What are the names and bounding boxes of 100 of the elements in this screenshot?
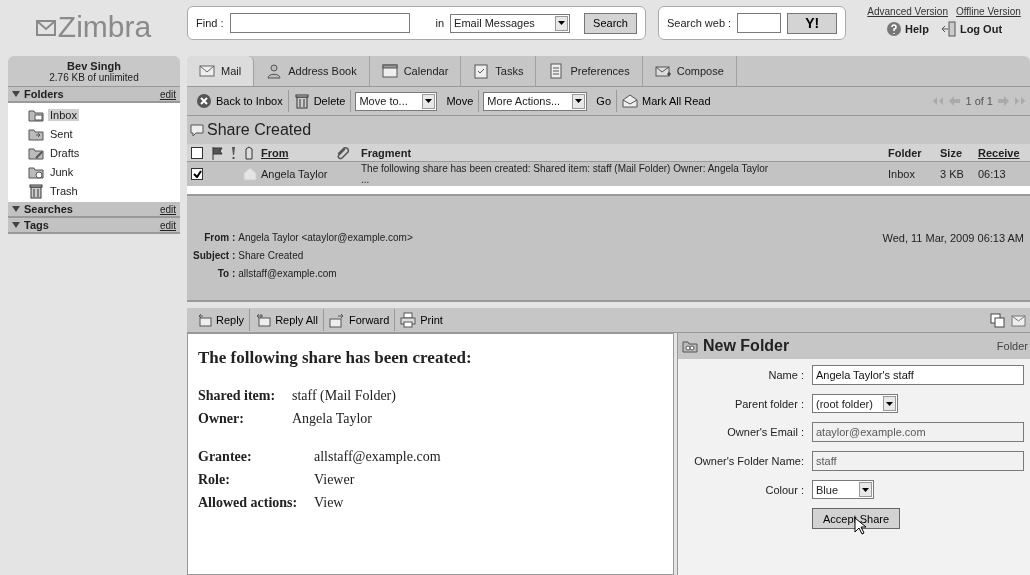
folder-item[interactable]: Sent [48,127,75,140]
find-field[interactable] [229,13,410,33]
calendar-icon [381,63,398,79]
envelope-icon [1011,312,1026,328]
form-select[interactable]: Blue [812,480,874,499]
close-circle-icon [196,93,212,109]
share-field-label: Allowed actions: [198,495,299,511]
window-layout-icon [990,312,1005,328]
move-button[interactable]: Move [441,90,480,112]
next-arrow-icon [997,95,1010,107]
more-actions-select[interactable]: More Actions... [483,91,588,111]
speech-bubble-icon [189,122,205,138]
form-label: Name : [767,369,804,381]
section-header[interactable]: Folders edit [8,87,180,103]
dropdown-caret-icon[interactable] [555,15,569,31]
folder-item[interactable]: Trash [48,184,80,197]
reply-button[interactable]: Reply [191,309,251,331]
search-web-label: Search web : [666,17,732,29]
envelope-logo-icon [35,17,56,37]
size-column-header: Size [940,146,963,159]
go-button[interactable]: Go [591,90,618,112]
log-out-link[interactable]: Log Out [940,21,1003,37]
page-count: 1 of 1 [965,95,993,107]
subject-label: Subject : [193,250,236,261]
accept-share-button[interactable]: Accept Share [812,508,901,529]
fragment-text: The following share has been created: Shared item: staff (Mail Folder) Owner: Angela Taylor [361,163,770,174]
share-field-value: staff (Mail Folder) [292,388,397,404]
size-cell-text: 3 KB [940,168,965,180]
app-tab[interactable]: Address Book [254,56,370,86]
sender-cell-text: Angela Taylor [261,168,329,180]
dropdown-caret-icon[interactable] [572,93,586,109]
section-header[interactable]: Tags edit [8,218,180,234]
delete-button[interactable]: Delete [288,90,352,112]
form-field[interactable]: Angela Taylor's staff [812,365,1024,385]
down-triangle-icon[interactable] [12,90,20,98]
app-tab[interactable]: Preferences [536,56,643,86]
section-title: Folders [24,88,64,100]
received-column-header[interactable]: Receive [978,146,1030,159]
message-heading: The following share has been created: [198,348,473,368]
reply-icon [196,312,212,328]
subject-value: Share Created [238,250,305,261]
form-label: Parent folder : [733,397,804,410]
form-label: Colour : [764,483,804,496]
fragment-ellipsis: ... [361,174,371,185]
folder-item[interactable]: Junk [48,165,76,178]
print-button[interactable]: Print [395,309,448,331]
folder-item[interactable]: Drafts [48,146,82,159]
form-select[interactable]: (root folder) [812,394,898,413]
share-field-value: Angela Taylor [292,411,373,427]
back-to-inbox-button[interactable]: Back to Inbox [191,90,289,112]
message-row[interactable]: Angela Taylor The following share has been created: Shared item: staff (Mail Folder) Owner: Angela Taylor ... Inbox 3 KB 06:13 [187,162,1030,186]
web-search-field[interactable] [737,13,782,33]
last-page-arrows-icon [1014,95,1026,107]
first-page-arrows-icon [932,95,945,107]
app-tab[interactable]: Mail [187,56,255,86]
edit-link[interactable]: edit [159,203,176,215]
share-field-label: Role: [198,472,231,488]
select-all-checkbox[interactable] [191,146,203,159]
form-label: Owner's Folder Name: [693,455,804,467]
share-field-label: Owner: [198,411,245,427]
move-to-select[interactable]: Move to... [355,91,438,111]
find-label: Find : [196,17,224,29]
app-tab[interactable]: Calendar [369,56,462,86]
folder-item[interactable]: Inbox [48,108,79,121]
section-title: Tags [24,219,49,231]
dropdown-caret-icon[interactable] [883,396,896,411]
dropdown-caret-icon[interactable] [422,93,436,109]
mark-all-read-button[interactable]: Mark All Read [617,90,716,112]
version-link[interactable]: Advanced Version [867,6,948,17]
dropdown-caret-icon[interactable] [859,482,872,497]
shared-folder-icon [682,338,698,354]
previous-arrow-icon [948,95,962,107]
account-name: Bev Singh [67,60,121,72]
exclamation-icon [229,145,238,160]
to-label: To : [216,268,236,279]
row-checkbox[interactable] [191,168,203,180]
app-tab[interactable]: Compose [642,56,737,86]
web-search-button[interactable]: Y! [787,12,838,34]
read-envelope-icon [243,167,257,181]
help-link[interactable]: Help [886,21,929,37]
form-label: Owner's Email : [726,426,804,438]
edit-link[interactable]: edit [159,219,176,231]
logo: Zimbra [57,10,152,44]
section-header[interactable]: Searches edit [8,202,180,218]
envelope-plus-icon [654,63,671,79]
version-link[interactable]: Offline Version [955,6,1021,17]
folder-column-header: Folder [888,146,923,159]
edit-link[interactable]: edit [159,88,176,100]
section-title: Searches [24,203,73,215]
in-label: in [435,17,445,29]
quota-text: 2.76 KB of unlimited [48,72,140,83]
trash-icon [28,182,44,199]
search-button[interactable]: Search [584,12,637,34]
from-column-header[interactable]: From [261,146,331,159]
paperclip-icon [335,145,349,160]
app-tab[interactable]: Tasks [461,56,537,86]
scope-select[interactable]: Email Messages [450,13,571,33]
reply-all-button[interactable]: Reply All [250,309,324,331]
forward-button[interactable]: Forward [323,309,396,331]
panel-side-label: Folder [996,340,1028,352]
